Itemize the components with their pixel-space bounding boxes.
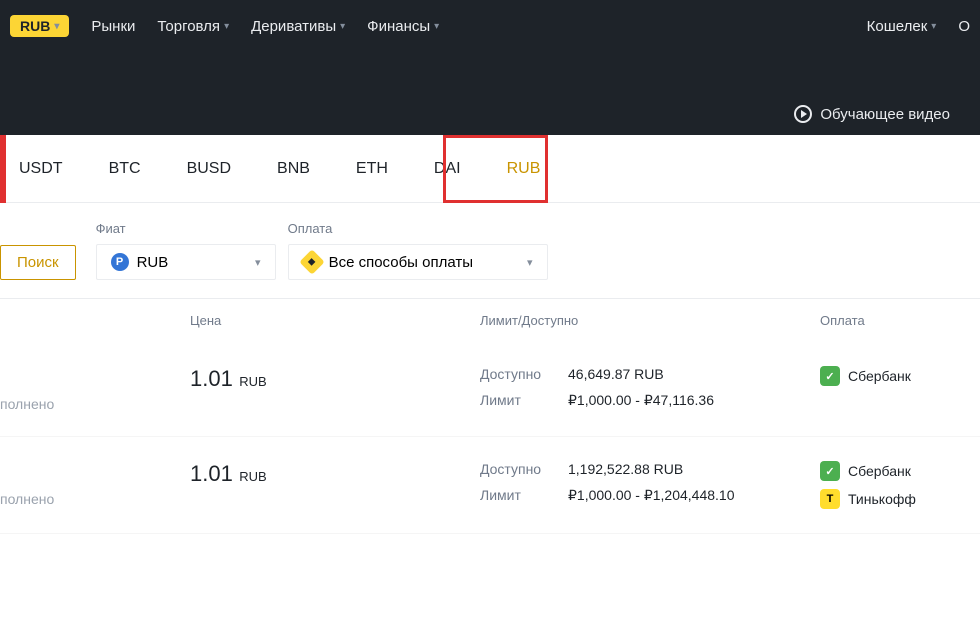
payment-method: ✓Сбербанк [820,366,980,386]
nav-finance[interactable]: Финансы▾ [367,18,439,35]
bank-icon: ✓ [820,366,840,386]
listing-row[interactable]: полнено 1.01 RUB Доступно46,649.87 RUB Л… [0,342,980,437]
limit-cell: Доступно46,649.87 RUB Лимит₽1,000.00 - ₽… [480,366,820,409]
nav-markets[interactable]: Рынки [91,18,135,35]
payment-cell: ✓Сбербанк [820,366,980,386]
header-limit: Лимит/Доступно [480,313,820,328]
payment-icon: ◆ [299,249,324,274]
fiat-label: Фиат [96,221,276,236]
tab-usdt[interactable]: USDT [15,152,67,186]
ruble-icon: P [111,253,129,271]
payment-label: Оплата [288,221,548,236]
currency-badge[interactable]: RUB▾ [10,15,69,37]
search-button[interactable]: Поиск [0,245,76,280]
asset-tabs: USDT BTC BUSD BNB ETH DAI RUB [0,135,980,203]
table-header: Цена Лимит/Доступно Оплата [0,299,980,342]
header-payment: Оплата [820,313,980,328]
tab-bnb[interactable]: BNB [273,152,314,186]
payment-dropdown[interactable]: ◆ Все способы оплаты ▾ [288,244,548,280]
listing-row[interactable]: полнено 1.01 RUB Доступно1,192,522.88 RU… [0,437,980,534]
payment-method: ✓Сбербанк [820,461,980,481]
price-cell: 1.01 RUB [190,366,480,392]
highlight-box-left [0,135,6,203]
status-text: полнено [0,366,190,412]
tab-eth[interactable]: ETH [352,152,392,186]
filter-bar: Поиск Фиат P RUB ▾ Оплата ◆ Все способы … [0,203,980,299]
listings-container: полнено 1.01 RUB Доступно46,649.87 RUB Л… [0,342,980,534]
tab-btc[interactable]: BTC [105,152,145,186]
price-cell: 1.01 RUB [190,461,480,487]
payment-method: TТинькофф [820,489,980,509]
bank-icon: ✓ [820,461,840,481]
play-icon [794,105,812,123]
top-navigation: RUB▾ Рынки Торговля▾ Деривативы▾ Финансы… [0,0,980,135]
nav-wallet[interactable]: Кошелек▾ [867,18,937,35]
tab-busd[interactable]: BUSD [183,152,235,186]
tutorial-link[interactable]: Обучающее видео [794,105,950,123]
nav-derivatives[interactable]: Деривативы▾ [251,18,345,35]
highlight-box-rub [443,135,548,203]
bank-icon: T [820,489,840,509]
payment-cell: ✓Сбербанк TТинькофф [820,461,980,509]
limit-cell: Доступно1,192,522.88 RUB Лимит₽1,000.00 … [480,461,820,504]
fiat-dropdown[interactable]: P RUB ▾ [96,244,276,280]
header-price: Цена [0,313,480,328]
nav-trade[interactable]: Торговля▾ [157,18,229,35]
status-text: полнено [0,461,190,507]
nav-other[interactable]: О [958,18,970,35]
